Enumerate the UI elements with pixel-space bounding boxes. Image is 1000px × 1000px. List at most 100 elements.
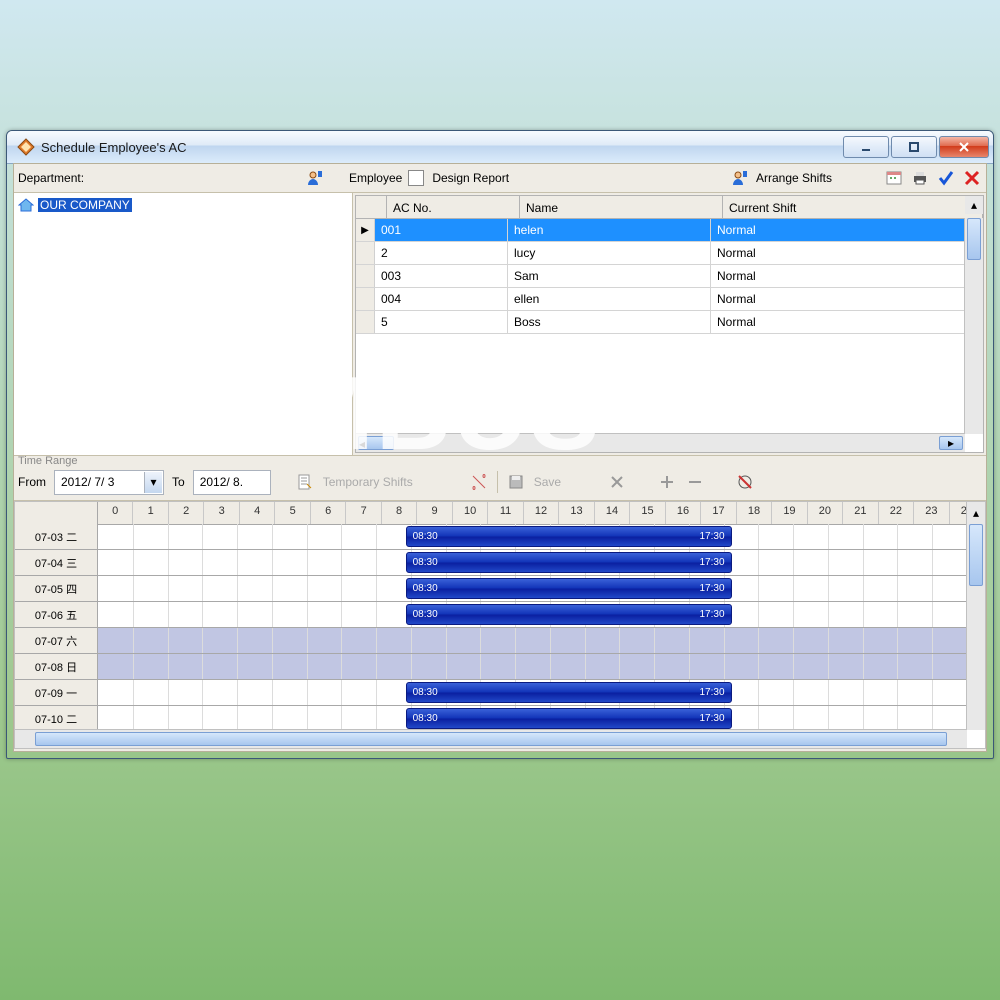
cut-shift-icon[interactable]: [469, 472, 489, 492]
hour-header-cell: 18: [737, 502, 772, 524]
grid-hscroll-right-arrow[interactable]: ▸: [939, 436, 963, 450]
confirm-check-icon[interactable]: [936, 168, 956, 188]
schedule-row-label: 07-06 五: [15, 602, 98, 627]
schedule-row-track[interactable]: 08:3017:30: [98, 680, 967, 705]
from-date-picker[interactable]: 2012/ 7/ 3 ▾: [54, 470, 164, 495]
close-button[interactable]: [939, 136, 989, 158]
schedule-hscroll-thumb[interactable]: [35, 732, 947, 746]
shift-end-label: 17:30: [699, 713, 724, 724]
schedule-row-track[interactable]: [98, 628, 967, 653]
hour-header-cell: 20: [808, 502, 843, 524]
from-date-dropdown-icon[interactable]: ▾: [144, 472, 162, 493]
arrange-shifts-person-icon[interactable]: [730, 168, 750, 188]
grid-vscroll-thumb[interactable]: [967, 218, 981, 260]
grid-horizontal-scrollbar[interactable]: ◂ ▸: [356, 433, 965, 452]
cell-name: helen: [508, 219, 711, 241]
grid-row[interactable]: 001helenNormal: [356, 219, 983, 242]
cell-name: Boss: [508, 311, 711, 333]
row-indicator: [356, 265, 375, 287]
temporary-shifts-icon[interactable]: [295, 472, 315, 492]
schedule-row[interactable]: 07-04 三 08:3017:30: [15, 550, 967, 576]
shift-bar[interactable]: 08:3017:30: [406, 526, 732, 547]
client-area: Department: Employee Design Report Arran…: [13, 163, 987, 752]
last-toolbar-icon[interactable]: [735, 472, 755, 492]
shift-bar[interactable]: 08:3017:30: [406, 604, 732, 625]
hour-header-cell: 4: [240, 502, 275, 524]
save-label[interactable]: Save: [534, 475, 561, 489]
grid-row[interactable]: 003SamNormal: [356, 265, 983, 288]
shift-bar[interactable]: 08:3017:30: [406, 682, 732, 703]
grid-row[interactable]: 2lucyNormal: [356, 242, 983, 265]
col-ac-no[interactable]: AC No.: [387, 196, 520, 218]
shift-bar[interactable]: 08:3017:30: [406, 708, 732, 729]
titlebar[interactable]: Schedule Employee's AC: [7, 131, 993, 164]
schedule-row-label: 07-05 四: [15, 576, 98, 601]
cell-name: lucy: [508, 242, 711, 264]
temporary-shifts-label[interactable]: Temporary Shifts: [323, 475, 413, 489]
grid-vertical-scrollbar[interactable]: ▴: [964, 218, 983, 434]
schedule-row-label: 07-04 三: [15, 550, 98, 575]
schedule-row-track[interactable]: 08:3017:30: [98, 524, 967, 549]
shift-end-label: 17:30: [699, 583, 724, 594]
schedule-row[interactable]: 07-10 二08:3017:30: [15, 706, 967, 730]
schedule-row[interactable]: 07-08 日: [15, 654, 967, 680]
cell-name: ellen: [508, 288, 711, 310]
window-title: Schedule Employee's AC: [41, 140, 843, 155]
hour-header-cell: 6: [311, 502, 346, 524]
schedule-row-label: 07-08 日: [15, 654, 98, 679]
schedule-row-track[interactable]: 08:3017:30: [98, 602, 967, 627]
schedule-row-track[interactable]: 08:3017:30: [98, 706, 967, 730]
tree-root-label: OUR COMPANY: [38, 198, 132, 212]
hour-header-cell: 7: [346, 502, 381, 524]
to-label: To: [172, 475, 185, 489]
department-person-icon[interactable]: [305, 168, 325, 188]
shift-bar[interactable]: 08:3017:30: [406, 552, 732, 573]
schedule-vscroll-thumb[interactable]: [969, 524, 983, 586]
minimize-button[interactable]: [843, 136, 889, 158]
app-window: Schedule Employee's AC Department: Emplo…: [6, 130, 994, 759]
cell-shift: Normal: [711, 288, 983, 310]
printer-icon[interactable]: [910, 168, 930, 188]
hour-header-cell: 12: [524, 502, 559, 524]
shift-bar[interactable]: 08:3017:30: [406, 578, 732, 599]
row-indicator: [356, 242, 375, 264]
grid-hscroll-left-arrow[interactable]: ◂: [358, 436, 394, 450]
schedule-row-track[interactable]: 08:3017:30: [98, 550, 967, 575]
schedule-row[interactable]: 07-09 一08:3017:30: [15, 680, 967, 706]
cancel-x-icon[interactable]: [962, 168, 982, 188]
schedule-row-track[interactable]: 08:3017:30: [98, 576, 967, 601]
employee-grid[interactable]: AC No. Name Current Shift 001helenNormal…: [355, 195, 984, 453]
calendar-icon[interactable]: [884, 168, 904, 188]
arrange-shifts-label[interactable]: Arrange Shifts: [756, 171, 832, 185]
schedule-horizontal-scrollbar[interactable]: [15, 729, 967, 748]
col-current-shift[interactable]: Current Shift: [723, 196, 983, 218]
hour-header-cell: 2: [169, 502, 204, 524]
schedule-row-track[interactable]: [98, 654, 967, 679]
schedule-row[interactable]: 07-05 四 08:3017:30: [15, 576, 967, 602]
schedule-chart[interactable]: 0123456789101112131415161718192021222324…: [14, 501, 986, 749]
schedule-vertical-scrollbar[interactable]: [966, 524, 985, 730]
schedule-row[interactable]: 07-07 六: [15, 628, 967, 654]
design-report-checkbox[interactable]: [408, 170, 424, 186]
plus-icon[interactable]: [657, 472, 677, 492]
schedule-row[interactable]: 07-03 二08:3017:30: [15, 524, 967, 550]
col-name[interactable]: Name: [520, 196, 723, 218]
from-label: From: [18, 475, 46, 489]
grid-row[interactable]: 5BossNormal: [356, 311, 983, 334]
tree-root-item[interactable]: OUR COMPANY: [18, 197, 348, 213]
scroll-up-arrow[interactable]: ▴: [965, 196, 983, 214]
row-indicator: [356, 288, 375, 310]
hour-header-cell: 0: [98, 502, 133, 524]
schedule-scroll-up-icon[interactable]: ▴: [966, 502, 985, 524]
department-tree[interactable]: OUR COMPANY: [14, 193, 353, 455]
schedule-row[interactable]: 07-06 五 08:3017:30: [15, 602, 967, 628]
top-toolbar: Department: Employee Design Report Arran…: [14, 164, 986, 193]
cell-ac-no: 2: [375, 242, 508, 264]
save-icon[interactable]: [506, 472, 526, 492]
minus-icon[interactable]: [685, 472, 705, 492]
maximize-button[interactable]: [891, 136, 937, 158]
time-range-bar: Time Range From 2012/ 7/ 3 ▾ To 2012/ 8.…: [14, 456, 986, 501]
delete-x-icon[interactable]: [607, 472, 627, 492]
grid-row[interactable]: 004ellenNormal: [356, 288, 983, 311]
to-date-picker[interactable]: 2012/ 8.: [193, 470, 271, 495]
